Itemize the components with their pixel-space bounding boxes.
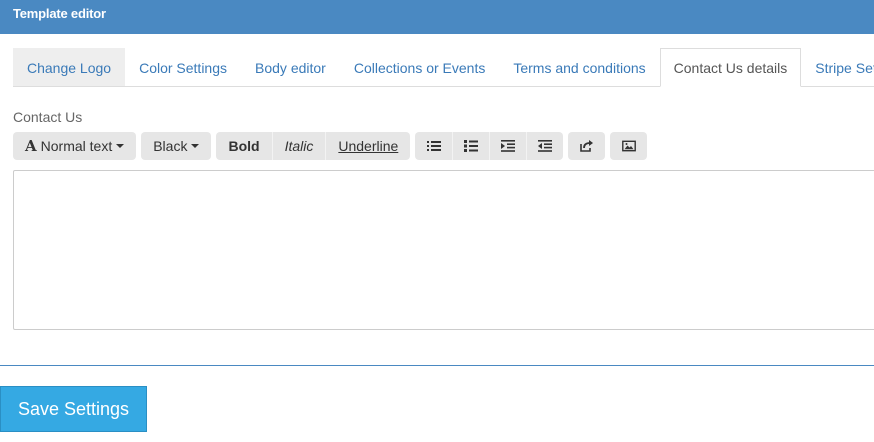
- text-format-group: Bold Italic Underline: [216, 132, 411, 160]
- divider: [0, 365, 874, 366]
- ordered-list-icon: [464, 140, 479, 152]
- app-header: Template editor: [0, 0, 874, 34]
- image-icon: [621, 140, 636, 152]
- contact-us-label: Contact Us: [13, 109, 83, 125]
- ordered-list-button[interactable]: [452, 132, 490, 160]
- indent-button[interactable]: [489, 132, 527, 160]
- tab-contact-us-details[interactable]: Contact Us details: [659, 48, 802, 87]
- tab-change-logo[interactable]: Change Logo: [13, 48, 126, 86]
- indent-icon: [501, 140, 516, 152]
- list-indent-group: [415, 132, 564, 160]
- outdent-button[interactable]: [526, 132, 564, 160]
- save-settings-button[interactable]: Save Settings: [0, 386, 147, 432]
- italic-button[interactable]: Italic: [271, 132, 326, 160]
- outdent-icon: [538, 140, 553, 152]
- link-icon: [579, 140, 593, 152]
- font-color-dropdown[interactable]: Black: [141, 132, 212, 160]
- tab-collections-or-events[interactable]: Collections or Events: [340, 48, 500, 86]
- link-button[interactable]: [568, 132, 606, 160]
- font-style-dropdown[interactable]: A Normal text: [13, 132, 137, 160]
- font-icon: A: [25, 137, 37, 155]
- image-button[interactable]: [610, 132, 648, 160]
- link-group: [568, 132, 606, 160]
- underline-button[interactable]: Underline: [325, 132, 411, 160]
- tab-terms-and-conditions[interactable]: Terms and conditions: [499, 48, 659, 86]
- image-group: [610, 132, 648, 160]
- unordered-list-icon: [426, 141, 441, 151]
- editor-toolbar: A Normal text Black Bold Italic Underlin…: [13, 132, 652, 160]
- bold-button[interactable]: Bold: [216, 132, 272, 160]
- font-color-group: Black: [141, 132, 212, 160]
- font-color-label: Black: [153, 138, 188, 154]
- unordered-list-button[interactable]: [415, 132, 453, 160]
- font-style-group: A Normal text: [13, 132, 137, 160]
- font-style-label: Normal text: [40, 138, 113, 154]
- chevron-down-icon: [191, 144, 200, 148]
- tab-stripe-settings[interactable]: Stripe Settings: [801, 48, 874, 86]
- tab-body-editor[interactable]: Body editor: [241, 48, 340, 86]
- page-title: Template editor: [13, 6, 106, 21]
- tab-bar: Change Logo Color Settings Body editor C…: [13, 48, 874, 87]
- contact-us-editor[interactable]: [13, 170, 874, 330]
- tab-color-settings[interactable]: Color Settings: [125, 48, 241, 86]
- chevron-down-icon: [116, 144, 125, 148]
